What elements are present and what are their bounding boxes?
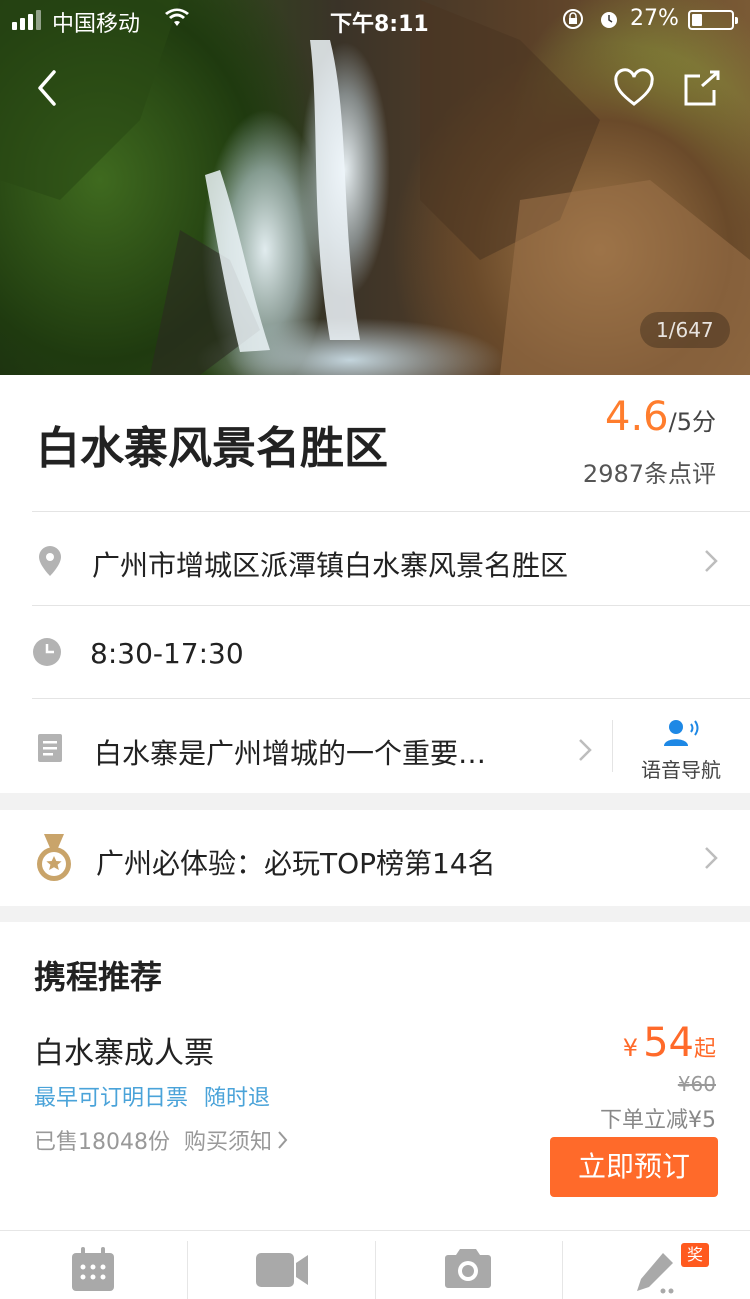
medal-icon [37, 834, 71, 881]
chevron-right-icon [705, 847, 718, 869]
share-icon[interactable] [680, 66, 724, 110]
purchase-notice-label: 购买须知 [184, 1130, 273, 1155]
attraction-title: 白水寨风景名胜区 [36, 423, 388, 474]
bottom-tab-bar [0, 1230, 750, 1299]
signal-strength-icon [12, 10, 41, 30]
alarm-icon [601, 12, 617, 28]
photo-counter: 1/647 [640, 312, 730, 348]
hero-scenery [0, 0, 750, 375]
hero-photo[interactable]: 中国移动 下午8:11 27% 1/647 [0, 0, 750, 375]
rating-max: /5分 [668, 408, 716, 436]
voice-guide-icon [664, 720, 699, 746]
voice-guide-button[interactable]: 语音导航 [612, 712, 750, 788]
status-bar: 中国移动 下午8:11 27% [0, 0, 750, 40]
status-time: 下午8:11 [330, 12, 429, 37]
wifi-icon [165, 8, 189, 26]
ticket-price: ¥ 54起 [623, 1020, 716, 1066]
chevron-right-icon [579, 739, 592, 761]
address-text: 广州市增城区派潭镇白水寨风景名胜区 [92, 549, 569, 582]
calendar-icon [72, 1247, 114, 1291]
rating[interactable]: 4.6/5分 [605, 394, 716, 440]
back-chevron-left-icon[interactable] [28, 66, 68, 110]
intro-row[interactable]: 白水寨是广州增城的一个重要… [0, 699, 612, 793]
battery-percent: 27% [630, 6, 679, 31]
carrier-name: 中国移动 [52, 12, 141, 37]
intro-text: 白水寨是广州增城的一个重要… [94, 737, 487, 770]
price-suffix: 起 [693, 1037, 716, 1062]
ticket-name[interactable]: 白水寨成人票 [34, 1028, 214, 1072]
rotation-lock-icon [563, 9, 583, 29]
book-now-button[interactable]: 立即预订 [550, 1137, 718, 1197]
ranking-row[interactable]: 广州必体验：必玩TOP榜第14名 [0, 810, 750, 906]
tab-write-review[interactable] [563, 1231, 750, 1299]
address-row[interactable]: 广州市增城区派潭镇白水寨风景名胜区 [0, 512, 750, 605]
ticket-meta: 已售18048份 购买须知 [34, 1124, 288, 1156]
clock-icon [33, 638, 61, 666]
pen-icon [637, 1253, 674, 1294]
discount-note: 下单立减¥5 [600, 1108, 716, 1133]
purchase-notice-link[interactable]: 购买须知 [184, 1124, 288, 1156]
rating-score: 4.6 [605, 394, 669, 440]
battery-fill [692, 14, 703, 26]
sold-count: 已售18048份 [34, 1130, 170, 1155]
reward-badge: 奖 [681, 1243, 709, 1267]
section-gap [0, 793, 750, 810]
battery-icon [688, 10, 738, 30]
opening-hours: 8:30-17:30 [90, 637, 244, 670]
voice-guide-label: 语音导航 [641, 758, 721, 782]
ticket-tag: 最早可订明日票 [34, 1086, 189, 1111]
chevron-right-icon [705, 550, 718, 572]
ranking-text: 广州必体验：必玩TOP榜第14名 [96, 847, 496, 880]
favorite-heart-icon[interactable] [612, 68, 656, 108]
chevron-right-icon [278, 1131, 288, 1149]
section-gap [0, 906, 750, 922]
location-pin-icon [39, 546, 61, 576]
video-camera-icon [256, 1253, 308, 1287]
price-currency: ¥ [622, 1034, 638, 1062]
ticket-tag: 随时退 [204, 1086, 271, 1111]
document-icon [38, 734, 62, 762]
price-value: 54 [643, 1020, 694, 1066]
camera-icon [445, 1249, 491, 1288]
tab-camera[interactable] [376, 1231, 563, 1299]
original-price: ¥60 [677, 1072, 716, 1096]
recommend-section-title: 携程推荐 [34, 958, 163, 996]
tab-video[interactable] [188, 1231, 375, 1299]
tab-calendar[interactable] [0, 1231, 187, 1299]
ticket-tags: 最早可订明日票 随时退 [34, 1080, 270, 1112]
review-count-link[interactable]: 2987条点评 [583, 454, 716, 489]
hours-row: 8:30-17:30 [0, 606, 750, 698]
